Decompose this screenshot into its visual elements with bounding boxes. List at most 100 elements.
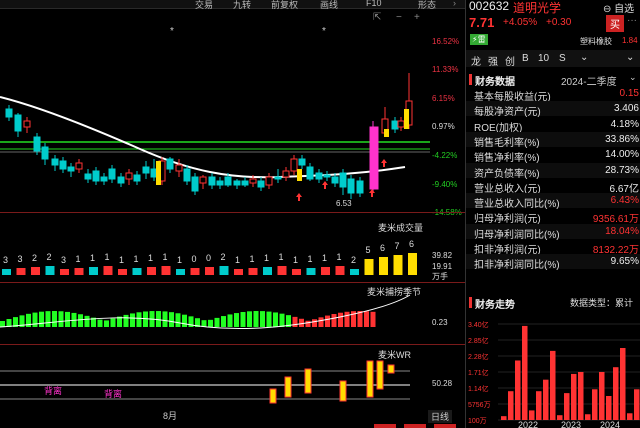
divergence-label: 背离	[44, 386, 63, 396]
season-bar	[201, 320, 207, 327]
volume-bar	[219, 266, 229, 275]
candle-body	[183, 168, 191, 182]
season-bar	[182, 314, 187, 327]
candle-body	[84, 173, 92, 180]
wr-bar	[387, 364, 395, 374]
more-icon[interactable]: ···	[627, 15, 637, 26]
tab-10[interactable]: 10	[538, 53, 549, 64]
volume-bar	[321, 267, 330, 275]
candle-body	[257, 180, 265, 188]
volume-bar	[350, 269, 359, 275]
volume-unit: 万手	[432, 272, 448, 281]
season-bar	[331, 314, 337, 327]
price-label-1: 16.52%	[432, 37, 460, 46]
industry-name[interactable]: 塑料橡胶	[580, 36, 612, 47]
season-bar	[364, 311, 369, 327]
trend-bar	[515, 360, 521, 420]
double-chevron-icon[interactable]: ⌄	[626, 52, 634, 63]
season-bar	[45, 311, 51, 327]
trend-x-label: 2022	[518, 420, 538, 428]
bottom-tab[interactable]	[374, 424, 396, 428]
season-bar	[221, 316, 226, 327]
trend-bar	[613, 367, 619, 420]
season-bar	[266, 311, 272, 327]
panel-divider	[0, 282, 465, 283]
volume-count: 6	[409, 239, 414, 249]
star-marker: *	[170, 26, 174, 37]
panel-divider	[0, 212, 465, 213]
plus-icon[interactable]: +	[414, 12, 420, 23]
period-button[interactable]: 日线	[428, 410, 453, 423]
finance-row: 每股净资产(元) 3.406	[474, 103, 640, 118]
kline-chart[interactable]: * * 3 3 2 2 3 1 1 1 1 1 1 1 1 0 0 2 1 1 1 1 1 1 1 1 2 5 6 7 6 ⇱ − + 16…	[0, 9, 465, 428]
thunder-tag[interactable]: ⚡雷	[470, 34, 488, 45]
finance-value: 18.04%	[605, 225, 639, 237]
season-bar	[234, 313, 239, 327]
toolbar-f10[interactable]: F10	[366, 0, 382, 8]
chevron-down-icon[interactable]: ⌄	[629, 72, 637, 83]
season-bar	[0, 321, 5, 327]
season-bar	[227, 314, 233, 327]
trend-x-label: 2024	[600, 420, 620, 428]
volume-bar	[103, 266, 113, 275]
candle-body	[356, 180, 364, 194]
trend-title: 财务走势	[475, 300, 515, 311]
section-marker	[469, 74, 472, 85]
trend-bar	[529, 410, 535, 420]
self-select-button[interactable]: ⊖ 自选	[603, 0, 634, 15]
season-panel-title: 麦米捕捞季节	[367, 287, 422, 297]
up-arrow-icon	[381, 159, 387, 167]
chevron-down-icon[interactable]: ⌄	[580, 52, 588, 63]
volume-count: 1	[264, 253, 269, 263]
volume-bar	[60, 269, 69, 275]
volume-bar	[118, 269, 127, 275]
trend-bar	[522, 325, 528, 420]
price-label-3: 6.15%	[432, 94, 455, 103]
finance-value: 6.43%	[610, 195, 639, 207]
highlight-candle	[156, 161, 161, 185]
section-marker	[469, 297, 472, 308]
trend-bar	[592, 389, 598, 420]
trend-bar	[578, 372, 584, 420]
finance-key: 扣非净利润同比(%)	[474, 260, 560, 272]
buy-button[interactable]: 买	[606, 15, 624, 32]
candle-body	[199, 176, 207, 184]
bottom-tab[interactable]	[404, 424, 426, 428]
finance-title: 财务数据	[475, 77, 515, 88]
minus-icon[interactable]: −	[396, 12, 402, 23]
tab-long[interactable]: 龙	[471, 53, 481, 68]
trend-bar	[599, 372, 605, 420]
volume-bar	[205, 267, 214, 275]
change-amount: +0.30	[546, 17, 572, 28]
candle-body	[347, 178, 355, 194]
season-bar	[39, 311, 44, 327]
data-type-select[interactable]: 数据类型：累计	[570, 296, 633, 309]
finance-period-select[interactable]: 2024-二季度	[561, 73, 617, 88]
volume-bar	[147, 267, 156, 275]
wr-bar	[339, 380, 347, 402]
volume-bar	[379, 257, 388, 275]
volume-bar	[248, 268, 258, 275]
volume-count: 6	[380, 243, 385, 253]
volume-count: 2	[221, 252, 226, 262]
season-bar	[338, 312, 343, 327]
candle-body	[249, 178, 257, 184]
candle-body	[306, 166, 314, 180]
volume-count: 1	[76, 254, 81, 264]
tab-create[interactable]: 创	[505, 53, 515, 68]
tab-strong[interactable]: 强	[488, 53, 498, 68]
candle-body	[323, 174, 331, 178]
bottom-tab[interactable]	[434, 424, 456, 428]
volume-bar	[393, 255, 403, 275]
season-bar	[52, 311, 57, 327]
volume-bar	[408, 253, 417, 275]
fullscreen-icon[interactable]: ⇱	[373, 12, 381, 23]
chevron-icon[interactable]: ›	[453, 0, 456, 8]
wr-bar	[269, 388, 277, 404]
finance-row: 资产负债率(%) 28.73%	[474, 165, 640, 180]
tab-s[interactable]: S	[559, 53, 566, 64]
finance-value: 28.73%	[605, 164, 639, 176]
wr-bar	[376, 360, 384, 390]
season-bar	[130, 313, 135, 327]
tab-b[interactable]: B	[522, 53, 529, 64]
